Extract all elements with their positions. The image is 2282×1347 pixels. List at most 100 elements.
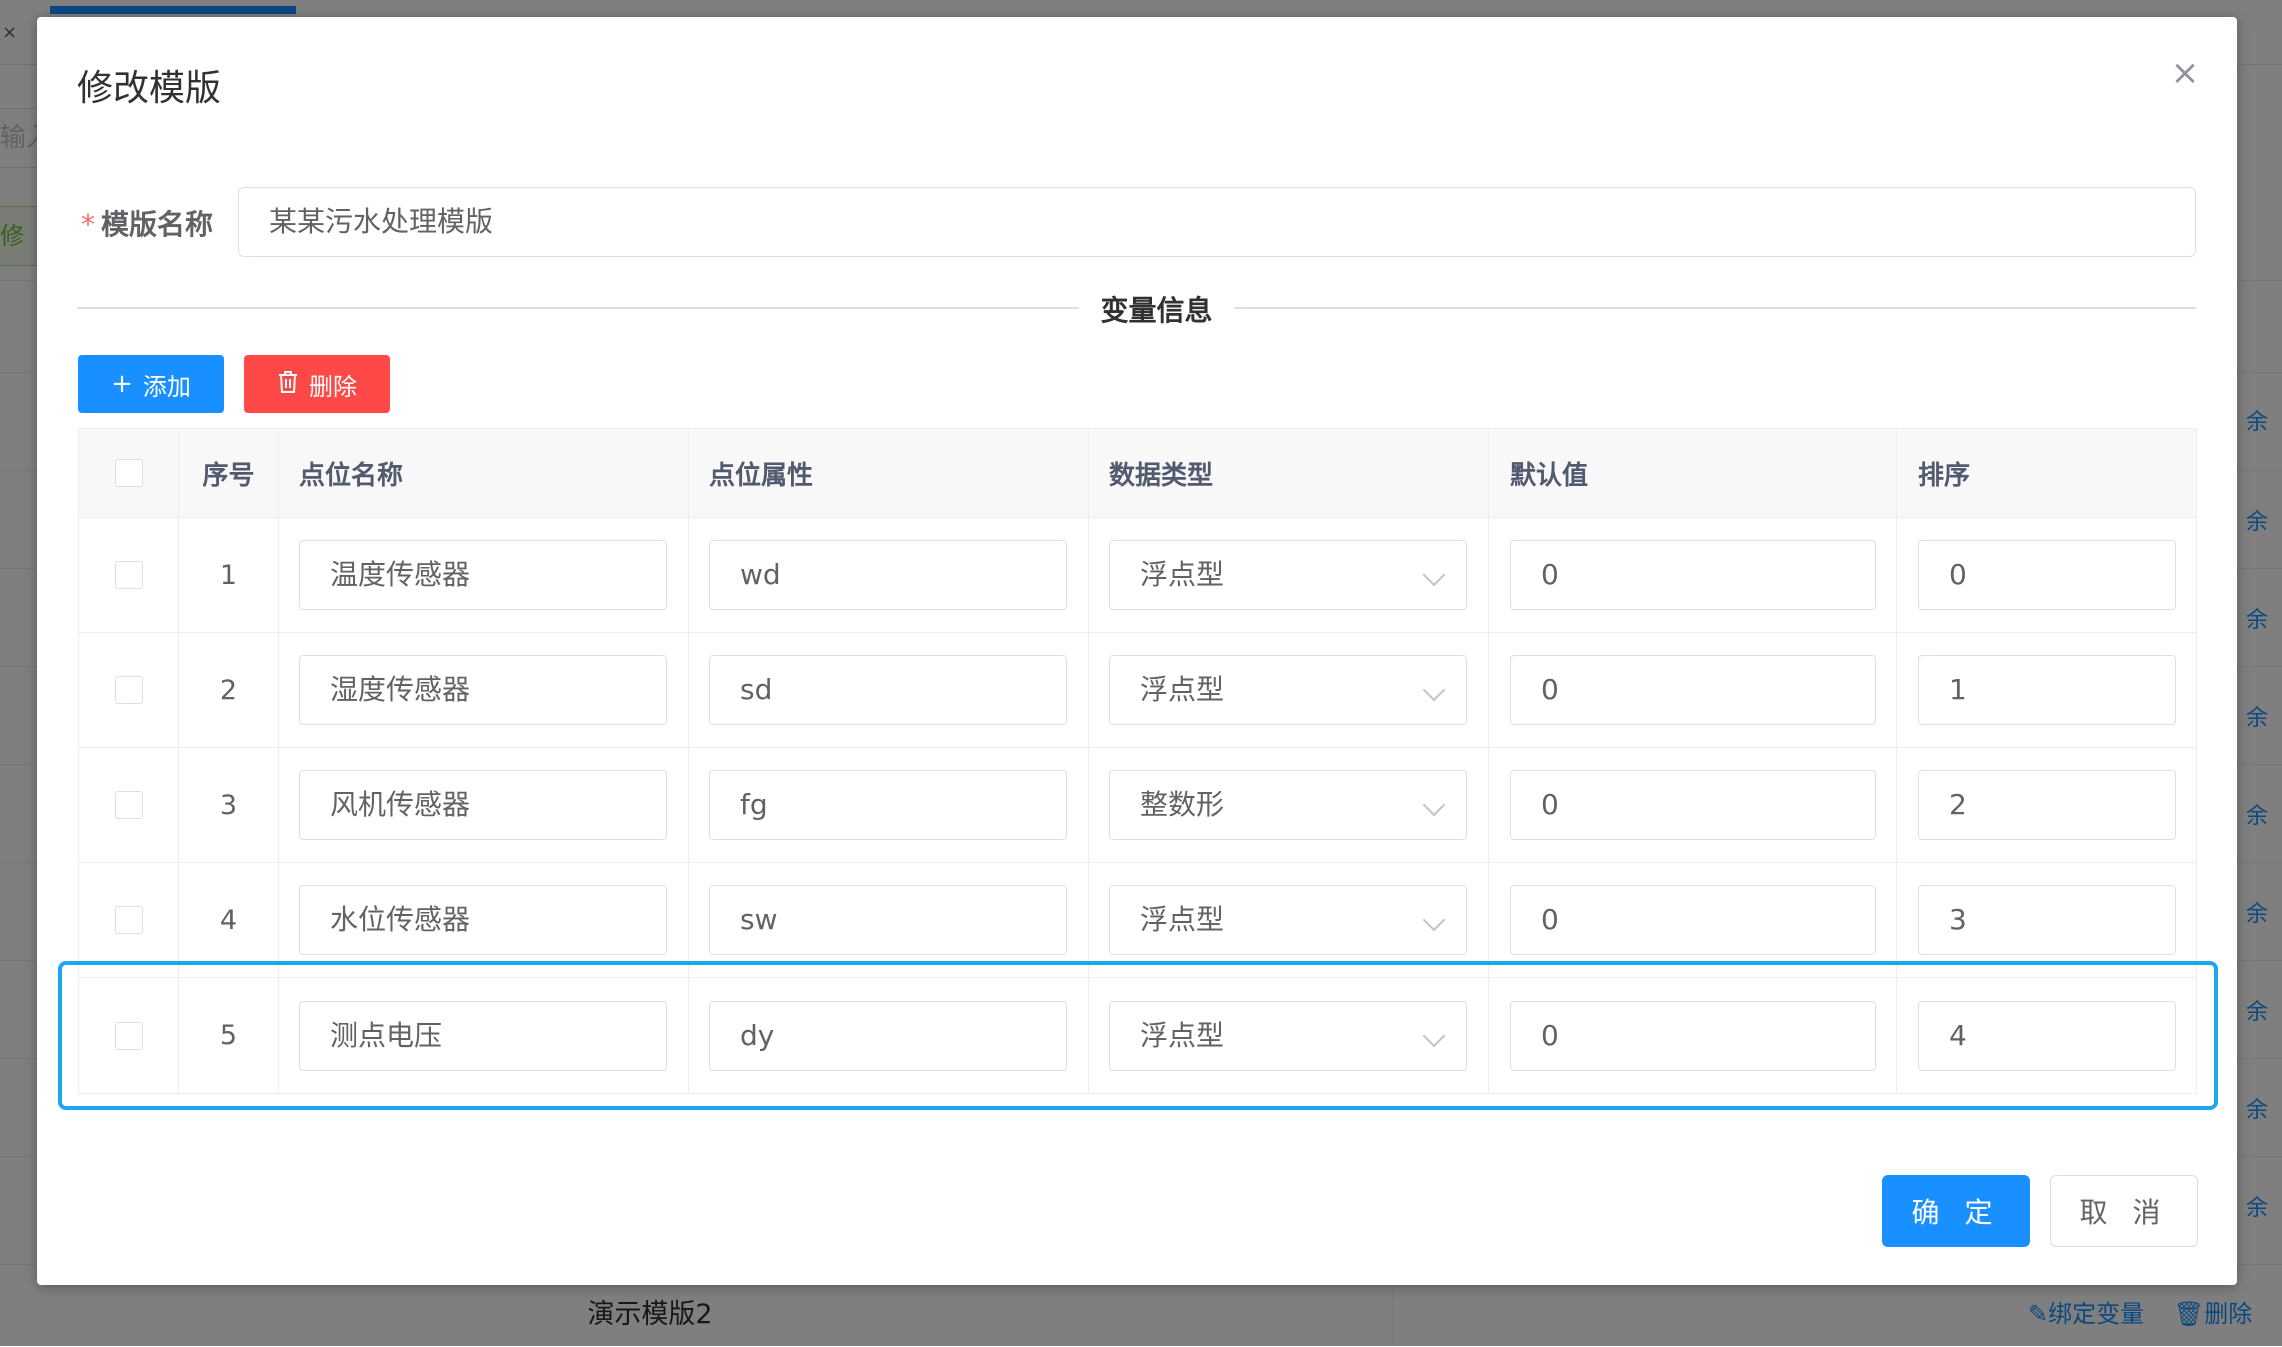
row-checkbox[interactable] (114, 1021, 143, 1050)
divider-line (1234, 307, 2196, 309)
sort-input[interactable]: 3 (1918, 885, 2176, 955)
row-index-cell: 2 (179, 633, 279, 747)
default-value-input[interactable]: 0 (1510, 1000, 1876, 1071)
row-index-cell: 4 (179, 863, 279, 977)
point-attr-cell: sd (689, 633, 1089, 747)
default-value-cell: 0 (1489, 748, 1897, 862)
sort-input[interactable]: 2 (1918, 770, 2176, 840)
point-attr-input[interactable]: wd (709, 540, 1067, 610)
header-index: 序号 (179, 429, 279, 517)
data-type-cell: 整数形 (1089, 748, 1489, 862)
row-index: 2 (219, 674, 238, 706)
data-type-value: 浮点型 (1140, 673, 1225, 706)
row-index: 3 (219, 789, 238, 821)
sort-cell: 0 (1897, 518, 2196, 632)
point-name-input[interactable]: 测点电压 (299, 1000, 667, 1071)
add-button-label: 添加 (142, 372, 191, 401)
edit-template-dialog: 修改模版 × * 模版名称 某某污水处理模版 变量信息 + 添加 删除 序号 点位… (37, 17, 2237, 1285)
point-name-input[interactable]: 水位传感器 (299, 885, 667, 955)
point-attr-input[interactable]: sw (709, 885, 1067, 955)
data-type-select[interactable]: 浮点型 (1109, 655, 1467, 725)
default-value-input[interactable]: 0 (1510, 885, 1876, 955)
point-attr-input[interactable]: dy (709, 1000, 1067, 1071)
table-row: 1 温度传感器 wd 浮点型 0 0 (79, 518, 2196, 633)
row-checkbox[interactable] (114, 561, 143, 589)
data-type-cell: 浮点型 (1089, 863, 1489, 977)
row-checkbox-cell (79, 518, 179, 632)
delete-button[interactable]: 删除 (244, 355, 390, 413)
point-name-cell: 温度传感器 (279, 518, 689, 632)
chevron-down-icon (1422, 678, 1446, 702)
data-type-value: 整数形 (1140, 788, 1225, 821)
point-attr-input[interactable]: sd (709, 655, 1067, 725)
point-attr-cell: sw (689, 863, 1089, 977)
template-name-label-text: 模版名称 (101, 208, 214, 241)
close-icon[interactable]: × (2169, 56, 2201, 90)
row-checkbox-cell (79, 633, 179, 747)
table-row: 3 风机传感器 fg 整数形 0 2 (79, 748, 2196, 863)
default-value-input[interactable]: 0 (1510, 655, 1876, 725)
row-index-cell: 3 (179, 748, 279, 862)
header-checkbox-cell (79, 429, 179, 517)
default-value-input[interactable]: 0 (1510, 540, 1876, 610)
row-checkbox-cell (79, 748, 179, 862)
default-value-cell: 0 (1489, 633, 1897, 747)
sort-cell: 4 (1897, 978, 2196, 1093)
row-checkbox[interactable] (114, 791, 143, 819)
data-type-value: 浮点型 (1140, 558, 1225, 591)
row-index: 5 (219, 1020, 238, 1051)
data-type-value: 浮点型 (1140, 903, 1225, 936)
point-name-input[interactable]: 温度传感器 (299, 540, 667, 610)
data-type-value: 浮点型 (1140, 1018, 1225, 1052)
data-type-select[interactable]: 浮点型 (1109, 1000, 1467, 1071)
default-value-input[interactable]: 0 (1510, 770, 1876, 840)
sort-input[interactable]: 1 (1918, 655, 2176, 725)
chevron-down-icon (1422, 563, 1446, 587)
point-name-cell: 水位传感器 (279, 863, 689, 977)
point-name-cell: 风机传感器 (279, 748, 689, 862)
header-point-name: 点位名称 (279, 429, 689, 517)
data-type-select[interactable]: 整数形 (1109, 770, 1467, 840)
row-checkbox[interactable] (114, 906, 143, 934)
sort-cell: 3 (1897, 863, 2196, 977)
variable-info-divider: 变量信息 (1100, 294, 1213, 327)
data-type-select[interactable]: 浮点型 (1109, 885, 1467, 955)
data-type-cell: 浮点型 (1089, 978, 1489, 1093)
table-row: 4 水位传感器 sw 浮点型 0 3 (79, 863, 2196, 978)
dialog-title: 修改模版 (77, 68, 222, 109)
add-button[interactable]: + 添加 (78, 355, 224, 413)
confirm-button[interactable]: 确 定 (1882, 1175, 2030, 1247)
table-row: 5 测点电压 dy 浮点型 0 4 (79, 978, 2196, 1093)
chevron-down-icon (1422, 1024, 1446, 1047)
point-attr-input[interactable]: fg (709, 770, 1067, 840)
required-mark: * (81, 208, 95, 241)
divider-line (77, 307, 1079, 309)
row-index-cell: 5 (179, 978, 279, 1093)
default-value-cell: 0 (1489, 978, 1897, 1093)
select-all-checkbox[interactable] (114, 459, 143, 487)
chevron-down-icon (1422, 793, 1446, 817)
row-checkbox[interactable] (114, 676, 143, 704)
cancel-button[interactable]: 取 消 (2050, 1175, 2198, 1247)
row-checkbox-cell (79, 863, 179, 977)
plus-icon: + (111, 369, 133, 399)
trash-icon (277, 370, 299, 399)
table-row: 2 湿度传感器 sd 浮点型 0 1 (79, 633, 2196, 748)
point-name-input[interactable]: 风机传感器 (299, 770, 667, 840)
data-type-cell: 浮点型 (1089, 633, 1489, 747)
default-value-cell: 0 (1489, 518, 1897, 632)
sort-cell: 2 (1897, 748, 2196, 862)
row-index: 1 (219, 559, 238, 591)
default-value-cell: 0 (1489, 863, 1897, 977)
sort-input[interactable]: 4 (1918, 1000, 2176, 1071)
point-attr-cell: fg (689, 748, 1089, 862)
row-index-cell: 1 (179, 518, 279, 632)
point-name-cell: 测点电压 (279, 978, 689, 1093)
sort-input[interactable]: 0 (1918, 540, 2176, 610)
point-name-cell: 湿度传感器 (279, 633, 689, 747)
template-name-input[interactable]: 某某污水处理模版 (238, 187, 2196, 257)
data-type-select[interactable]: 浮点型 (1109, 540, 1467, 610)
delete-button-label: 删除 (309, 372, 357, 401)
point-name-input[interactable]: 湿度传感器 (299, 655, 667, 725)
point-attr-cell: wd (689, 518, 1089, 632)
